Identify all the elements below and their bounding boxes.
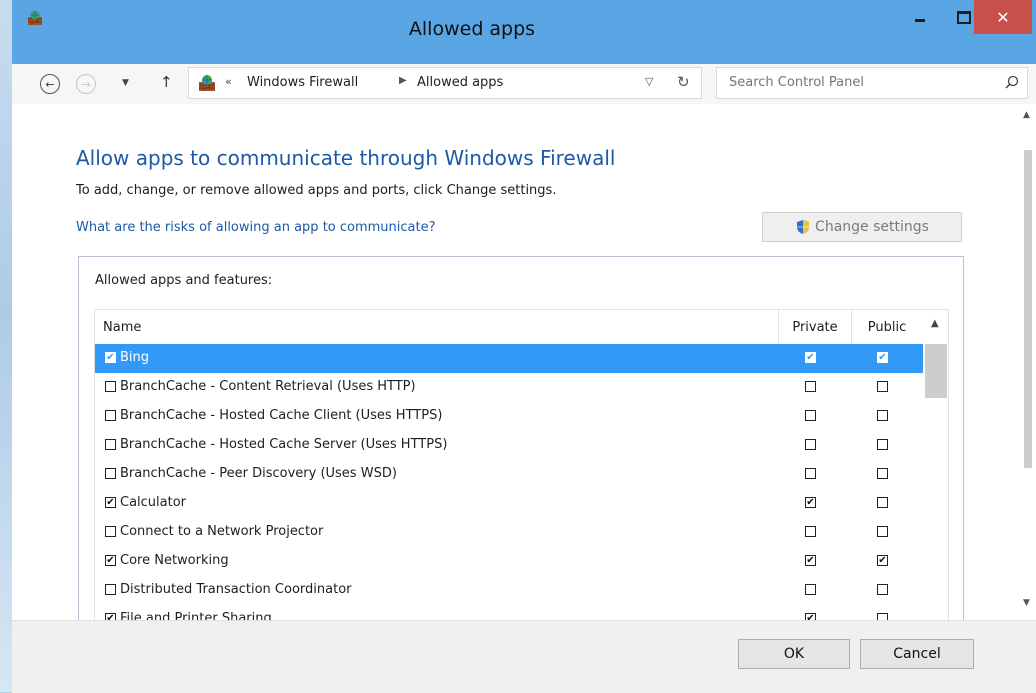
private-checkbox[interactable] bbox=[805, 410, 816, 421]
column-header-name[interactable]: Name bbox=[103, 320, 141, 335]
app-enabled-checkbox[interactable]: ✔ bbox=[105, 497, 116, 508]
breadcrumb-windows-firewall[interactable]: Windows Firewall bbox=[247, 75, 358, 90]
cancel-button[interactable]: Cancel bbox=[860, 639, 974, 669]
app-name: BranchCache - Peer Discovery (Uses WSD) bbox=[120, 466, 397, 481]
app-enabled-checkbox[interactable] bbox=[105, 526, 116, 537]
page-heading: Allow apps to communicate through Window… bbox=[76, 146, 616, 170]
page-description: To add, change, or remove allowed apps a… bbox=[76, 183, 557, 198]
address-dropdown-icon[interactable]: ▽ bbox=[645, 75, 653, 88]
forward-button[interactable]: → bbox=[76, 74, 96, 94]
up-arrow-icon[interactable]: ↑ bbox=[160, 73, 173, 91]
page-scroll-thumb[interactable] bbox=[1024, 150, 1032, 468]
maximize-icon bbox=[957, 10, 971, 24]
public-checkbox[interactable] bbox=[877, 381, 888, 392]
page-scroll-down-icon[interactable]: ▼ bbox=[1023, 598, 1030, 608]
app-name: BranchCache - Hosted Cache Client (Uses … bbox=[120, 408, 443, 423]
allowed-apps-window: Allowed apps ✕ ← → ▼ ↑ « Windows Firewal… bbox=[12, 0, 1036, 693]
app-row[interactable]: BranchCache - Content Retrieval (Uses HT… bbox=[95, 373, 923, 402]
refresh-icon[interactable]: ↻ bbox=[677, 73, 690, 91]
private-checkbox[interactable] bbox=[805, 468, 816, 479]
recent-locations-chevron-icon[interactable]: ▼ bbox=[122, 78, 129, 88]
private-checkbox[interactable]: ✔ bbox=[805, 555, 816, 566]
private-checkbox[interactable]: ✔ bbox=[805, 352, 816, 363]
search-icon[interactable] bbox=[1005, 75, 1019, 89]
public-checkbox[interactable] bbox=[877, 526, 888, 537]
app-row[interactable]: ✔ Calculator ✔ bbox=[95, 489, 923, 518]
close-icon: ✕ bbox=[996, 7, 1010, 27]
public-checkbox[interactable] bbox=[877, 497, 888, 508]
breadcrumb-overflow-icon[interactable]: « bbox=[225, 75, 232, 88]
change-settings-button[interactable]: Change settings bbox=[762, 212, 962, 242]
app-rows: ✔ Bing ✔ ✔ BranchCache - Content Retrieval (… bbox=[95, 344, 923, 621]
app-name: Calculator bbox=[120, 495, 187, 510]
list-scroll-thumb[interactable] bbox=[925, 344, 947, 398]
public-checkbox[interactable]: ✔ bbox=[877, 555, 888, 566]
private-checkbox[interactable] bbox=[805, 584, 816, 595]
app-row[interactable]: BranchCache - Peer Discovery (Uses WSD) bbox=[95, 460, 923, 489]
list-header: Name Private Public bbox=[95, 310, 948, 344]
app-enabled-checkbox[interactable] bbox=[105, 439, 116, 450]
app-name: BranchCache - Hosted Cache Server (Uses … bbox=[120, 437, 448, 452]
app-name: BranchCache - Content Retrieval (Uses HT… bbox=[120, 379, 416, 394]
app-name: Bing bbox=[120, 350, 150, 365]
app-row[interactable]: BranchCache - Hosted Cache Server (Uses … bbox=[95, 431, 923, 460]
apps-list: Name Private Public ✔ Bing ✔ ✔ BranchCache -… bbox=[94, 309, 949, 621]
content-area: Allow apps to communicate through Window… bbox=[12, 104, 1036, 622]
column-header-private[interactable]: Private bbox=[779, 320, 851, 335]
column-header-public[interactable]: Public bbox=[852, 320, 922, 335]
private-checkbox[interactable] bbox=[805, 381, 816, 392]
private-checkbox[interactable] bbox=[805, 439, 816, 450]
app-row[interactable]: BranchCache - Hosted Cache Client (Uses … bbox=[95, 402, 923, 431]
dialog-footer: OK Cancel bbox=[12, 620, 1036, 693]
app-name: Connect to a Network Projector bbox=[120, 524, 324, 539]
private-checkbox[interactable]: ✔ bbox=[805, 497, 816, 508]
app-row[interactable]: Connect to a Network Projector bbox=[95, 518, 923, 547]
uac-shield-icon bbox=[797, 220, 810, 234]
scroll-up-icon[interactable]: ▲ bbox=[931, 318, 939, 329]
app-enabled-checkbox[interactable]: ✔ bbox=[105, 555, 116, 566]
change-settings-label: Change settings bbox=[815, 219, 929, 235]
app-name: Distributed Transaction Coordinator bbox=[120, 582, 352, 597]
app-row[interactable]: ✔ Core Networking ✔ ✔ bbox=[95, 547, 923, 576]
app-enabled-checkbox[interactable] bbox=[105, 584, 116, 595]
public-checkbox[interactable] bbox=[877, 468, 888, 479]
app-name: Core Networking bbox=[120, 553, 229, 568]
minimize-button[interactable] bbox=[903, 0, 937, 34]
navigation-bar: ← → ▼ ↑ « Windows Firewall ▶ Allowed app… bbox=[12, 64, 1036, 105]
public-checkbox[interactable] bbox=[877, 410, 888, 421]
breadcrumb-allowed-apps[interactable]: Allowed apps bbox=[417, 75, 503, 90]
back-button[interactable]: ← bbox=[40, 74, 60, 94]
page-scrollbar[interactable]: ▲ ▼ bbox=[1019, 104, 1036, 620]
close-button[interactable]: ✕ bbox=[974, 0, 1032, 34]
allowed-apps-group: Allowed apps and features: Name Private … bbox=[78, 256, 964, 622]
public-checkbox[interactable] bbox=[877, 584, 888, 595]
page-scroll-up-icon[interactable]: ▲ bbox=[1023, 110, 1030, 120]
public-checkbox[interactable] bbox=[877, 439, 888, 450]
group-label: Allowed apps and features: bbox=[95, 273, 273, 288]
app-enabled-checkbox[interactable] bbox=[105, 468, 116, 479]
app-enabled-checkbox[interactable]: ✔ bbox=[105, 352, 116, 363]
title-bar[interactable]: Allowed apps ✕ bbox=[12, 0, 1036, 64]
list-scrollbar[interactable]: ▲ bbox=[923, 310, 948, 621]
app-enabled-checkbox[interactable] bbox=[105, 381, 116, 392]
app-enabled-checkbox[interactable] bbox=[105, 410, 116, 421]
search-input[interactable] bbox=[727, 74, 991, 91]
risks-link[interactable]: What are the risks of allowing an app to… bbox=[76, 220, 436, 235]
back-arrow-icon: ← bbox=[45, 77, 55, 91]
forward-arrow-icon: → bbox=[81, 77, 91, 91]
breadcrumb-arrow-icon[interactable]: ▶ bbox=[399, 75, 407, 86]
minimize-icon bbox=[915, 18, 925, 22]
public-checkbox[interactable]: ✔ bbox=[877, 352, 888, 363]
firewall-location-icon bbox=[199, 75, 215, 91]
app-row[interactable]: ✔ Bing ✔ ✔ bbox=[95, 344, 923, 373]
ok-button[interactable]: OK bbox=[738, 639, 850, 669]
address-bar[interactable]: « Windows Firewall ▶ Allowed apps ▽ ↻ bbox=[188, 67, 702, 99]
app-row[interactable]: Distributed Transaction Coordinator bbox=[95, 576, 923, 605]
private-checkbox[interactable] bbox=[805, 526, 816, 537]
search-box[interactable] bbox=[716, 67, 1028, 99]
window-title: Allowed apps bbox=[408, 18, 536, 40]
